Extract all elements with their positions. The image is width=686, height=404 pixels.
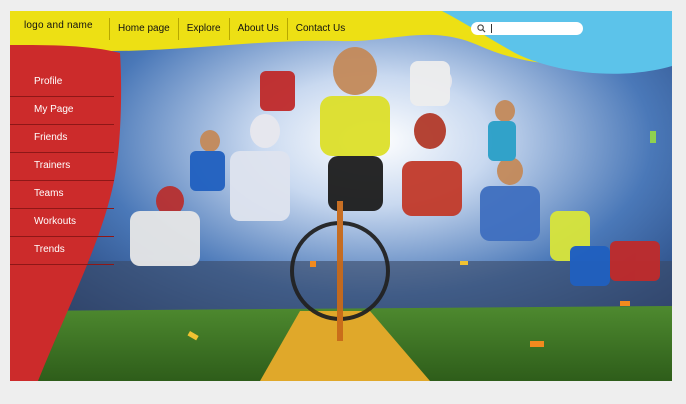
nav-about-us[interactable]: About Us	[228, 18, 287, 40]
sidebar-item-trainers[interactable]: Trainers	[10, 153, 114, 181]
nav-explore[interactable]: Explore	[177, 18, 229, 40]
text-caret	[491, 24, 492, 33]
sidebar-item-friends[interactable]: Friends	[10, 125, 114, 153]
search-input[interactable]	[471, 22, 583, 35]
nav-home-page[interactable]: Home page	[109, 18, 178, 40]
sidebar-item-workouts[interactable]: Workouts	[10, 209, 114, 237]
sidebar-item-teams[interactable]: Teams	[10, 181, 114, 209]
search-icon	[477, 24, 486, 33]
sidebar-item-my-page[interactable]: My Page	[10, 97, 114, 125]
app-frame: logo and name Home page Explore About Us…	[10, 11, 672, 381]
logo-text[interactable]: logo and name	[24, 20, 93, 31]
top-nav: Home page Explore About Us Contact Us	[109, 15, 353, 43]
sidebar-menu: Profile My Page Friends Trainers Teams W…	[10, 69, 114, 265]
nav-contact-us[interactable]: Contact Us	[286, 18, 353, 40]
sidebar-item-profile[interactable]: Profile	[10, 69, 114, 97]
sidebar-item-trends[interactable]: Trends	[10, 237, 114, 265]
